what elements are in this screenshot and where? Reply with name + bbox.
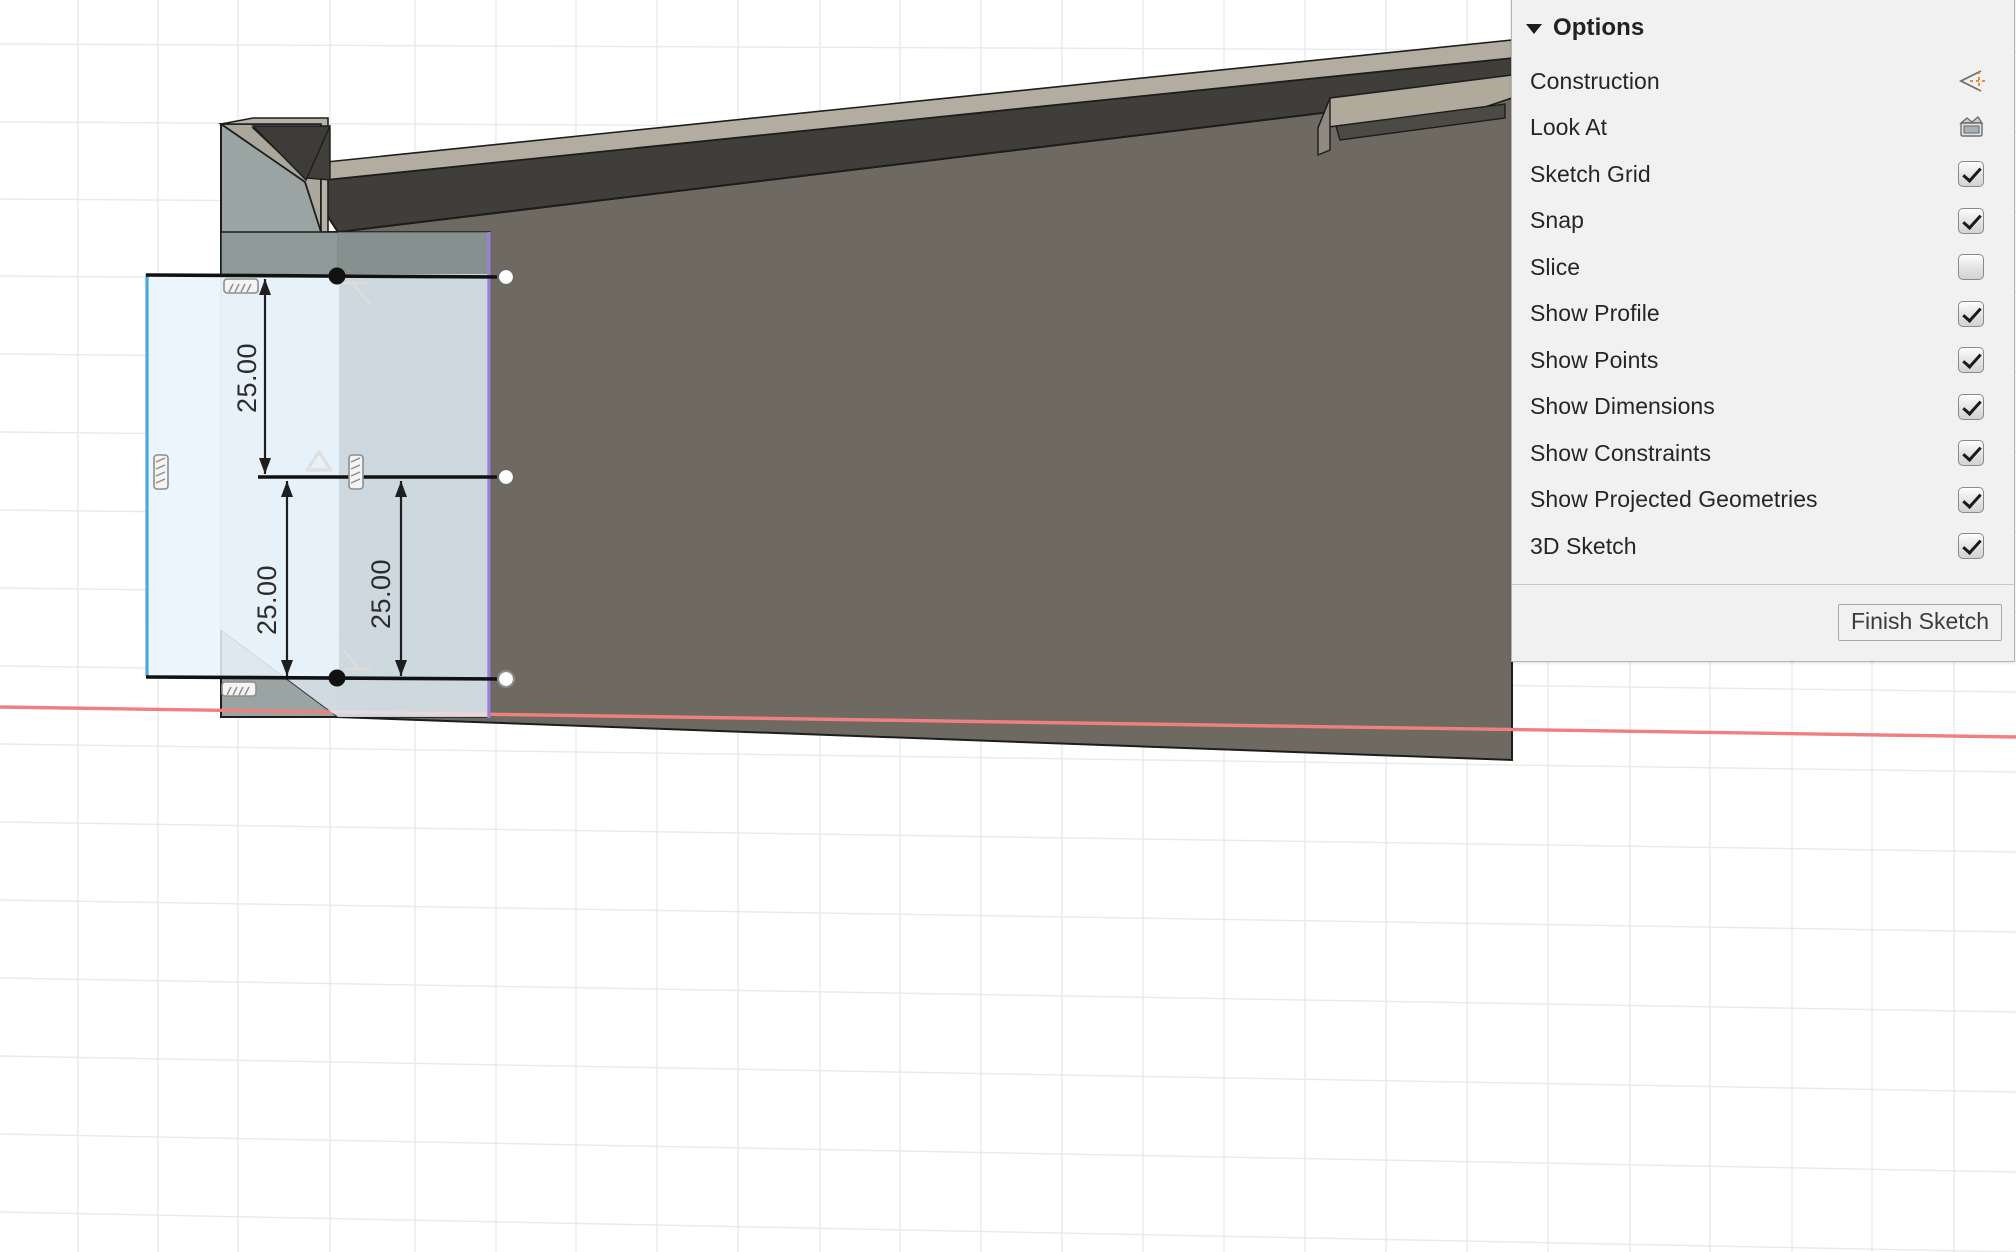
options-panel-header[interactable]: Options: [1512, 0, 2014, 52]
3d-sketch-checkbox[interactable]: [1954, 531, 1988, 561]
option-row-show-constraints[interactable]: Show Constraints: [1512, 430, 2014, 477]
sketch-line-top[interactable]: [145, 273, 507, 279]
finish-sketch-button[interactable]: Finish Sketch: [1837, 604, 2002, 641]
checkbox-icon[interactable]: [1958, 486, 1984, 513]
x-axis-line: [0, 705, 2016, 739]
option-label: Slice: [1530, 253, 1581, 280]
options-panel-footer: Finish Sketch: [1512, 583, 2014, 661]
options-panel-title: Options: [1553, 14, 1645, 41]
checkbox-icon[interactable]: [1958, 393, 1984, 420]
option-row-show-projected-geometries[interactable]: Show Projected Geometries: [1512, 477, 2014, 524]
checkbox-icon[interactable]: [1958, 161, 1984, 188]
checkbox-icon[interactable]: [1958, 440, 1984, 467]
sketch-point-filled[interactable]: [328, 669, 346, 687]
option-row-show-dimensions[interactable]: Show Dimensions: [1512, 384, 2014, 431]
sketch-point-open[interactable]: [496, 669, 516, 689]
checkbox-icon[interactable]: [1958, 533, 1984, 560]
show-profile-checkbox[interactable]: [1954, 299, 1988, 329]
sketch-point-open[interactable]: [496, 267, 516, 287]
dimension-label[interactable]: 25.00: [366, 559, 396, 629]
horizontal-constraint-icon[interactable]: [221, 681, 257, 697]
show-projected-geometries-checkbox[interactable]: [1954, 485, 1988, 515]
slice-checkbox[interactable]: [1954, 252, 1988, 282]
option-label: Show Dimensions: [1530, 393, 1715, 420]
vertical-constraint-icon[interactable]: [153, 454, 169, 490]
option-row-look-at[interactable]: Look At: [1512, 105, 2014, 152]
option-row-sketch-grid[interactable]: Sketch Grid: [1512, 151, 2014, 198]
option-row-show-points[interactable]: Show Points: [1512, 337, 2014, 384]
checkbox-icon[interactable]: [1958, 207, 1984, 234]
sketch-point-open[interactable]: [496, 467, 516, 487]
dimension-label[interactable]: 25.00: [232, 343, 262, 413]
vertical-constraint-icon[interactable]: [348, 454, 364, 490]
checkbox-icon[interactable]: [1958, 300, 1984, 327]
option-label: Show Projected Geometries: [1530, 486, 1818, 513]
sketch-point-filled[interactable]: [328, 267, 346, 285]
option-label: Show Points: [1530, 346, 1659, 373]
option-row-construction[interactable]: Construction: [1512, 58, 2014, 105]
option-label: Show Constraints: [1530, 439, 1712, 466]
snap-checkbox[interactable]: [1954, 206, 1988, 236]
option-label: Snap: [1530, 207, 1584, 234]
show-points-checkbox[interactable]: [1954, 345, 1988, 375]
sketch-grid-checkbox[interactable]: [1954, 159, 1988, 189]
dimension-label[interactable]: 25.00: [252, 565, 282, 635]
cad-application-window: 25.00 25.00 25.00 Options Construction L…: [0, 0, 2016, 1252]
show-dimensions-checkbox[interactable]: [1954, 392, 1988, 422]
option-label: 3D Sketch: [1530, 532, 1637, 559]
show-constraints-checkbox[interactable]: [1954, 438, 1988, 468]
sketch-options-panel: Options Construction Look At Sketch Grid…: [1511, 0, 2015, 662]
triangle-down-icon[interactable]: [1526, 24, 1542, 34]
checkbox-icon[interactable]: [1958, 254, 1984, 281]
option-row-show-profile[interactable]: Show Profile: [1512, 291, 2014, 338]
option-row-snap[interactable]: Snap: [1512, 198, 2014, 245]
options-list: Construction Look At Sketch Grid Snap Sl…: [1512, 52, 2014, 584]
option-label: Construction: [1530, 67, 1660, 94]
option-row-slice[interactable]: Slice: [1512, 244, 2014, 291]
checkbox-icon[interactable]: [1958, 347, 1984, 374]
option-label: Look At: [1530, 114, 1608, 141]
horizontal-constraint-icon[interactable]: [223, 278, 259, 294]
look-at-camera-icon[interactable]: [1954, 113, 1988, 143]
option-label: Sketch Grid: [1530, 160, 1651, 187]
construction-geometry-icon[interactable]: [1954, 66, 1988, 96]
sketch-line-bottom[interactable]: [145, 675, 507, 681]
option-row-3d-sketch[interactable]: 3D Sketch: [1512, 523, 2014, 570]
option-label: Show Profile: [1530, 300, 1660, 327]
vertical-constraint-icon[interactable]: [444, 455, 458, 489]
